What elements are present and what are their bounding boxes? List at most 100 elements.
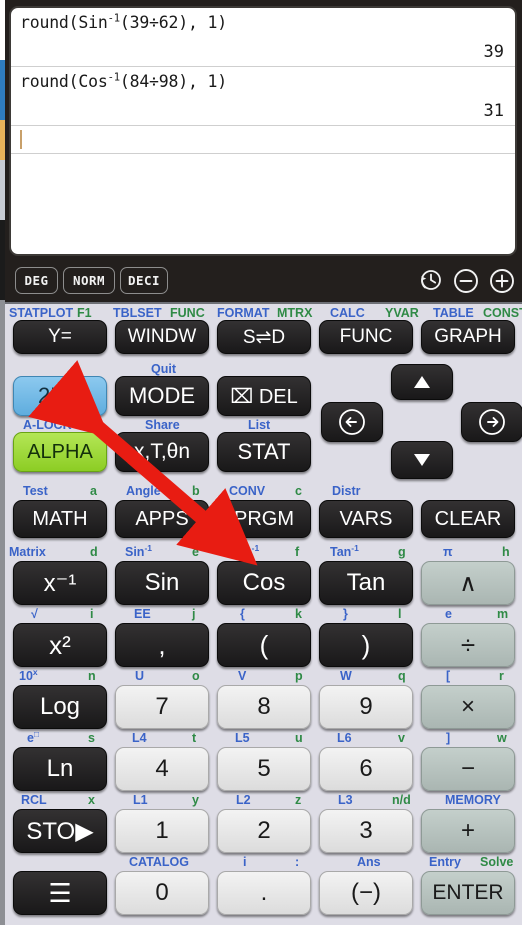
key-math[interactable]: MATH [13,500,107,538]
key-stat[interactable]: STAT [217,432,311,472]
calculator-app: round(Sin-1(39÷62), 1) 39 round(Cos-1(84… [0,0,522,925]
key-9[interactable]: 9 [319,685,413,729]
key-graph[interactable]: GRAPH [421,320,515,354]
superscript: x [32,666,38,677]
label-ee: EE [134,607,151,621]
label-alpha-y: y [192,793,199,807]
label-alpha-p: p [295,669,303,683]
key-divide[interactable]: ÷ [421,623,515,667]
history-entry[interactable]: round(Sin-1(39÷62), 1) 39 [11,8,515,67]
key-vars[interactable]: VARS [319,500,413,538]
key-7[interactable]: 7 [115,685,209,729]
label-e-power: e□ [27,728,40,745]
key-negate[interactable]: (−) [319,871,413,915]
key-4[interactable]: 4 [115,747,209,791]
label-euler: e [445,607,452,621]
key-window[interactable]: WINDW [115,320,209,354]
label-matrix: Matrix [9,545,46,559]
notation-mode-button[interactable]: NORM [63,267,115,294]
key-y-equals[interactable]: Y= [13,320,107,354]
key-arrow-left[interactable] [321,402,383,442]
key-5[interactable]: 5 [217,747,311,791]
label-alpha-q: q [398,669,406,683]
key-func[interactable]: FUNC [319,320,413,354]
key-reciprocal[interactable]: x⁻¹ [13,561,107,605]
history-icon[interactable] [416,267,444,295]
zoom-in-icon[interactable] [488,267,516,295]
calculator-display[interactable]: round(Sin-1(39÷62), 1) 39 round(Cos-1(84… [9,6,517,256]
decimal-mode-button[interactable]: DECI [120,267,168,294]
key-1[interactable]: 1 [115,809,209,853]
key-prgm[interactable]: PRGM [217,500,311,538]
label-l5: L5 [235,731,250,745]
key-6[interactable]: 6 [319,747,413,791]
label-alpha-m: m [497,607,509,621]
label-quit: Quit [151,362,176,376]
label-alpha-d: d [90,545,98,559]
key-tan[interactable]: Tan [319,561,413,605]
label-alpha-x: x [88,793,95,807]
triangle-down-glyph [414,454,430,466]
key-delete[interactable]: ⌧ DEL [217,376,311,416]
label-catalog: CATALOG [129,855,189,869]
exponent-superscript: -1 [107,12,120,25]
key-comma[interactable]: , [115,623,209,667]
key-2nd[interactable]: 2ND [13,376,107,416]
key-2[interactable]: 2 [217,809,311,853]
label-alpha-o: o [192,669,200,683]
key-sin[interactable]: Sin [115,561,209,605]
key-enter[interactable]: ENTER [421,871,515,915]
zoom-out-icon[interactable] [452,267,480,295]
key-alpha[interactable]: ALPHA [13,432,107,472]
history-result: 39 [483,42,504,62]
label-l4: L4 [132,731,147,745]
key-multiply[interactable]: × [421,685,515,729]
key-0[interactable]: 0 [115,871,209,915]
label-alpha-v: v [398,731,405,745]
key-8[interactable]: 8 [217,685,311,729]
label-l6: L6 [337,731,352,745]
key-apps[interactable]: APPS [115,500,209,538]
circled-arrow-left-glyph [339,409,365,435]
label-alpha-s: s [88,731,95,745]
label-statplot: STATPLOT [9,306,74,320]
key-mode[interactable]: MODE [115,376,209,416]
key-paren-open[interactable]: ( [217,623,311,667]
label-alpha-a: a [90,484,97,498]
key-s-to-d[interactable]: S⇌D [217,320,311,354]
key-menu[interactable]: ☰ [13,871,107,915]
label-u: U [135,669,145,683]
key-power[interactable]: ∧ [421,561,515,605]
key-store[interactable]: STO▶ [13,809,107,853]
key-arrow-right[interactable] [461,402,522,442]
key-decimal-point[interactable]: . [217,871,311,915]
key-cos[interactable]: Cos [217,561,311,605]
label-alpha-e: e [192,545,199,559]
key-arrow-down[interactable] [391,441,453,479]
key-log[interactable]: Log [13,685,107,729]
key-paren-close[interactable]: ) [319,623,413,667]
key-variable[interactable]: x,T,θn [115,432,209,472]
label-alpha-z: z [295,793,302,807]
angle-mode-button[interactable]: DEG [15,267,58,294]
label-memory: MEMORY [445,793,501,807]
label-l3: L3 [338,793,353,807]
key-clear[interactable]: CLEAR [421,500,515,538]
key-subtract[interactable]: − [421,747,515,791]
label-arctan: Tan-1 [330,542,359,559]
key-add[interactable]: + [421,809,515,853]
label-func-alt: FUNC [170,306,205,320]
key-square[interactable]: x² [13,623,107,667]
history-entry[interactable]: round(Cos-1(84÷98), 1) 31 [11,67,515,126]
label-alpha-g: g [398,545,406,559]
current-input-line[interactable] [11,126,515,154]
superscript: □ [33,728,40,739]
label-colon: : [295,855,300,869]
label-bracket-open: [ [446,669,451,683]
superscript: -1 [351,542,359,553]
key-ln[interactable]: Ln [13,747,107,791]
label-conv: CONV [229,484,266,498]
key-arrow-up[interactable] [391,364,453,400]
key-3[interactable]: 3 [319,809,413,853]
label-yvar: YVAR [385,306,419,320]
